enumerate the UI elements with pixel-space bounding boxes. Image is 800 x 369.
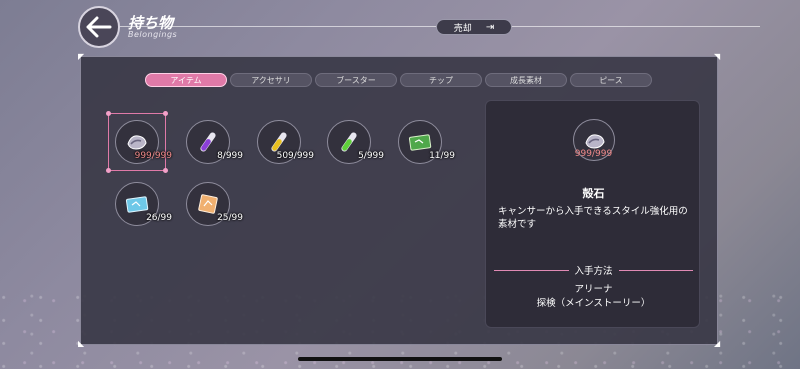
item-quantity: 26/99 — [146, 213, 172, 223]
sell-button[interactable]: 売却 ⇥ — [436, 19, 512, 35]
item-slot[interactable]: 8/999 — [186, 120, 243, 164]
detail-item-name: 殻石 — [582, 187, 605, 200]
home-indicator[interactable] — [298, 357, 502, 361]
tab-chips[interactable]: チップ — [400, 73, 482, 87]
sell-label: 売却 — [453, 23, 472, 34]
item-quantity: 5/999 — [358, 151, 384, 161]
back-button[interactable] — [78, 6, 120, 48]
tab-growth-materials[interactable]: 成長素材 — [485, 73, 567, 87]
item-quantity: 25/99 — [217, 213, 243, 223]
page-subtitle: Belongings — [128, 30, 178, 39]
tab-accessories[interactable]: アクセサリ — [230, 73, 312, 87]
item-slot[interactable]: 999/999 — [115, 120, 172, 164]
obtain-heading-row: 入手方法 — [494, 263, 694, 277]
item-quantity: 509/999 — [276, 151, 314, 161]
export-icon: ⇥ — [485, 21, 495, 33]
divider — [494, 269, 569, 271]
item-quantity: 999/999 — [134, 151, 172, 161]
item-slot[interactable]: 26/99 — [115, 182, 172, 226]
detail-description: キャンサーから入手できるスタイル強化用の素材です — [498, 206, 688, 230]
item-quantity: 8/999 — [217, 151, 243, 161]
detail-quantity: 999/999 — [574, 149, 613, 159]
obtain-heading: 入手方法 — [574, 266, 613, 277]
obtain-source: 探検（メインストーリー） — [536, 298, 651, 309]
item-slot[interactable]: 5/999 — [327, 120, 384, 164]
category-tabs: アイテム アクセサリ ブースター チップ 成長素材 ピース — [145, 73, 652, 87]
corner-ornament: ◤ — [78, 52, 85, 61]
back-arrow-icon — [86, 16, 112, 38]
tab-pieces[interactable]: ピース — [570, 73, 652, 87]
item-slot[interactable]: 25/99 — [186, 182, 243, 226]
corner-ornament: ◢ — [714, 339, 721, 348]
corner-ornament: ◥ — [714, 52, 721, 61]
item-quantity: 11/99 — [429, 151, 455, 161]
item-slot[interactable]: 509/999 — [257, 120, 314, 164]
tab-boosters[interactable]: ブースター — [315, 73, 397, 87]
item-slot[interactable]: 11/99 — [398, 120, 455, 164]
obtain-source: アリーナ — [574, 284, 613, 295]
divider — [618, 269, 694, 271]
item-detail-panel: 999/999 殻石 キャンサーから入手できるスタイル強化用の素材です 入手方法… — [485, 100, 700, 328]
corner-ornament: ◣ — [78, 339, 85, 348]
tab-items[interactable]: アイテム — [145, 73, 227, 87]
header-rule — [100, 26, 760, 27]
